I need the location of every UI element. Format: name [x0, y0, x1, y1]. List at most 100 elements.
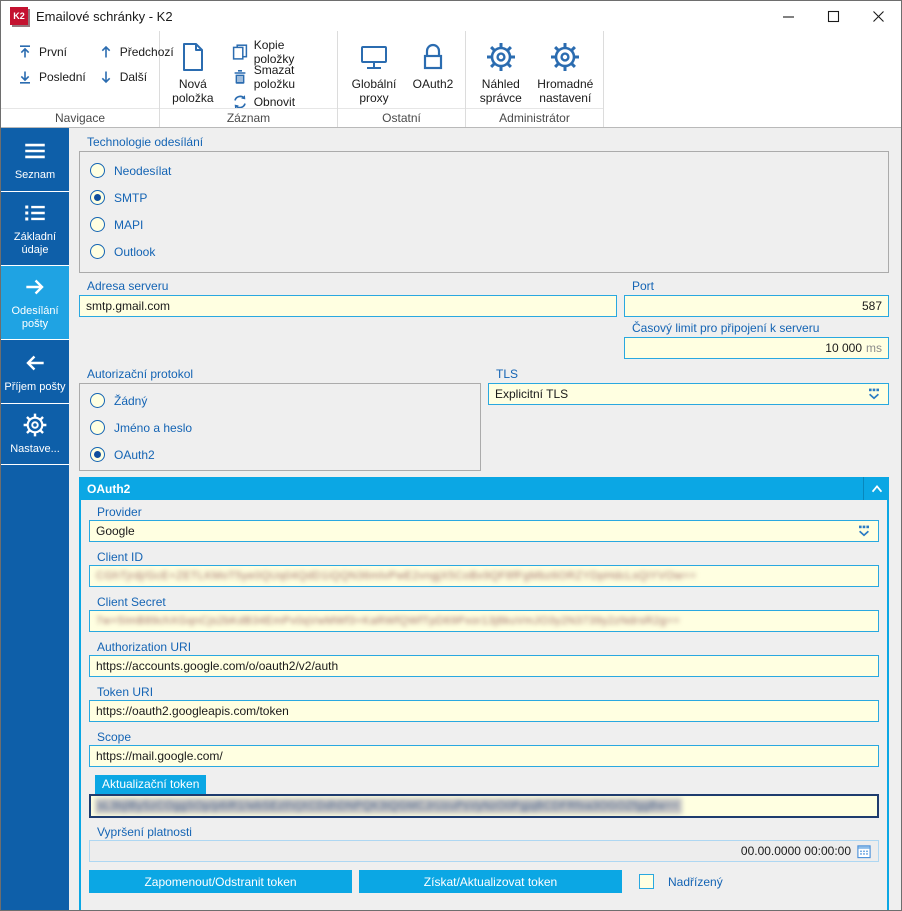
copy-icon — [232, 44, 248, 60]
close-button[interactable] — [856, 1, 901, 31]
ribbon-toolbar: První Poslední Předchozí Další — [1, 31, 901, 128]
auth-protocol-label: Autorizační protokol — [87, 367, 481, 381]
sidebar-filler — [1, 465, 69, 910]
radio-circle — [90, 190, 105, 205]
timeout-input[interactable]: 10 000 ms — [624, 337, 889, 359]
window-title: Emailové schránky - K2 — [36, 9, 766, 24]
group-caption: Navigace — [1, 108, 159, 127]
first-button[interactable]: První — [13, 39, 90, 64]
arrow-left-icon — [22, 350, 48, 376]
title-bar: K2 Emailové schránky - K2 — [1, 1, 901, 31]
provider-dropdown[interactable]: Google — [89, 520, 879, 542]
ribbon-empty-area — [604, 31, 901, 127]
gear-icon — [549, 41, 581, 73]
sidebar: Seznam Základní údaje Odesílání pošty Př… — [1, 128, 69, 910]
server-address-label: Adresa serveru — [87, 279, 617, 293]
acquire-token-button[interactable]: Získat/Aktualizovat token — [359, 870, 622, 893]
app-window: K2 Emailové schránky - K2 První Poslední — [0, 0, 902, 911]
sidebar-item-prijem-posty[interactable]: Příjem pošty — [1, 340, 69, 404]
token-uri-input[interactable]: https://oauth2.googleapis.com/token — [89, 700, 879, 722]
port-input[interactable]: 587 — [624, 295, 889, 317]
oauth2-panel-title: OAuth2 — [79, 482, 863, 496]
lock-icon — [417, 41, 449, 73]
content-area: Technologie odesílání Neodesílat SMTP MA… — [69, 128, 901, 910]
arrow-up-icon — [98, 44, 114, 60]
arrow-right-icon — [22, 274, 48, 300]
ribbon-group-zaznam: Nová položka Kopie položky Smazat položk… — [160, 31, 338, 127]
client-id-input[interactable]: CGhTjrdj/GcE+ZETLKMoT5ye0QUq04QdD1iQQN36… — [89, 565, 879, 587]
radio-circle — [90, 244, 105, 259]
scope-label: Scope — [97, 730, 879, 744]
refresh-token-input[interactable]: sL3bjlBySzCOggSOp/p6iR1/wbSEzlIVjXCDdhDN… — [89, 794, 879, 818]
tls-dropdown[interactable]: Explicitní TLS — [488, 383, 889, 405]
oauth2-panel-header[interactable]: OAuth2 — [79, 477, 889, 500]
ribbon-group-administrator: Náhled správce Hromadné nastavení Admini… — [466, 31, 604, 127]
k2-logo: K2 — [10, 7, 28, 25]
list-icon — [22, 200, 48, 226]
client-id-label: Client ID — [97, 550, 879, 564]
redacted-value: CGhTjrdj/GcE+ZETLKMoT5ye0QUq04QdD1iQQN36… — [96, 570, 697, 582]
dropdown-icon[interactable] — [856, 523, 872, 539]
new-document-icon — [177, 41, 209, 73]
port-label: Port — [632, 279, 889, 293]
authorization-uri-input[interactable]: https://accounts.google.com/o/oauth2/v2/… — [89, 655, 879, 677]
tls-label: TLS — [496, 367, 889, 381]
auth-protocol-radio-group: Žádný Jméno a heslo OAuth2 — [79, 383, 481, 471]
oauth2-button[interactable]: OAuth2 — [408, 39, 458, 107]
radio-circle — [90, 217, 105, 232]
sidebar-item-odesilani-posty[interactable]: Odesílání pošty — [1, 266, 69, 340]
calendar-icon[interactable] — [856, 844, 872, 859]
radio-option-zadny[interactable]: Žádný — [90, 387, 470, 414]
oauth2-panel-body: Provider Google Client ID CGhTjrdj/GcE+Z… — [79, 500, 889, 910]
last-button[interactable]: Poslední — [13, 64, 90, 89]
timeout-unit: ms — [866, 341, 882, 355]
token-uri-label: Token URI — [97, 685, 879, 699]
group-caption: Záznam — [160, 108, 337, 127]
scope-input[interactable]: https://mail.google.com/ — [89, 745, 879, 767]
provider-label: Provider — [97, 505, 879, 519]
arrow-up-to-bar-icon — [17, 44, 33, 60]
trash-icon — [232, 69, 248, 85]
monitor-icon — [358, 41, 390, 73]
parent-checkbox[interactable] — [639, 874, 654, 889]
radio-option-jmeno-a-heslo[interactable]: Jméno a heslo — [90, 414, 470, 441]
new-item-button[interactable]: Nová položka — [166, 39, 220, 114]
refresh-token-label: Aktualizační token — [95, 775, 206, 794]
dropdown-icon[interactable] — [866, 386, 882, 402]
client-secret-input[interactable]: 7w+5ImB89chXGqnCjs2bKdB34EmPv0qVwMWf3+Ka… — [89, 610, 879, 632]
timeout-label: Časový limit pro připojení k serveru — [632, 321, 889, 335]
sidebar-item-seznam[interactable]: Seznam — [1, 128, 69, 192]
ribbon-group-navigace: První Poslední Předchozí Další — [1, 31, 160, 127]
radio-option-smtp[interactable]: SMTP — [90, 184, 878, 211]
sidebar-item-zakladni-udaje[interactable]: Základní údaje — [1, 192, 69, 266]
ribbon-group-ostatni: Globální proxy OAuth2 Ostatní — [338, 31, 466, 127]
sidebar-item-nastaveni[interactable]: Nastave... — [1, 404, 69, 465]
copy-item-button[interactable]: Kopie položky — [228, 39, 331, 64]
minimize-button[interactable] — [766, 1, 811, 31]
delete-item-button[interactable]: Smazat položku — [228, 64, 331, 89]
bulk-settings-button[interactable]: Hromadné nastavení — [534, 39, 597, 107]
forget-token-button[interactable]: Zapomenout/Odstranit token — [89, 870, 352, 893]
radio-circle — [90, 393, 105, 408]
radio-option-neodesilat[interactable]: Neodesílat — [90, 157, 878, 184]
technology-label: Technologie odesílání — [87, 135, 889, 149]
redacted-value: sL3bjlBySzCOggSOp/p6iR1/wbSEzlIVjXCDdhDN… — [95, 798, 682, 814]
expiration-input[interactable]: 00.00.0000 00:00:00 — [89, 840, 879, 862]
redacted-value: 7w+5ImB89chXGqnCjs2bKdB34EmPv0qVwMWf3+Ka… — [96, 615, 680, 627]
global-proxy-button[interactable]: Globální proxy — [344, 39, 404, 107]
expiration-label: Vypršení platnosti — [97, 825, 879, 839]
chevron-up-icon — [869, 481, 885, 497]
radio-option-mapi[interactable]: MAPI — [90, 211, 878, 238]
radio-option-oauth2[interactable]: OAuth2 — [90, 441, 470, 468]
parent-checkbox-label: Nadřízený — [668, 875, 723, 889]
server-address-input[interactable]: smtp.gmail.com — [79, 295, 617, 317]
admin-preview-button[interactable]: Náhled správce — [472, 39, 530, 107]
maximize-button[interactable] — [811, 1, 856, 31]
oauth2-panel: OAuth2 Provider Google Client ID — [79, 477, 889, 910]
radio-circle — [90, 447, 105, 462]
arrow-down-to-bar-icon — [17, 69, 33, 85]
radio-option-outlook[interactable]: Outlook — [90, 238, 878, 265]
collapse-button[interactable] — [863, 477, 889, 500]
group-caption: Ostatní — [338, 108, 465, 127]
technology-radio-group: Neodesílat SMTP MAPI Outlook — [79, 151, 889, 273]
